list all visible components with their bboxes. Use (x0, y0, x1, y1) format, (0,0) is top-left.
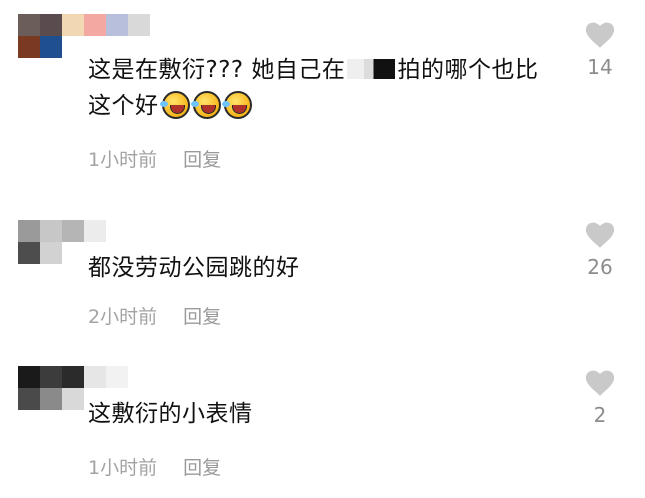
avatar-mosaic-tile (62, 14, 84, 36)
like-button[interactable]: 26 (578, 222, 622, 279)
reply-button[interactable]: 回复 (183, 302, 221, 329)
laughing-crying-emoji-icon (221, 91, 252, 119)
comment-text: 这是在敷衍??? 她自己在 拍的哪个也比这个好 (88, 52, 558, 124)
heart-icon (585, 22, 615, 48)
avatar-mosaic-tile (18, 242, 40, 264)
avatar-mosaic-tile (106, 366, 128, 388)
reply-button[interactable]: 回复 (183, 453, 221, 480)
laughing-crying-emoji-icon (190, 91, 221, 119)
avatar-mosaic-tile (40, 220, 62, 242)
avatar-mosaic-tile (40, 36, 62, 58)
comment-time: 1小时前 (88, 457, 158, 479)
avatar-mosaic-tile (18, 14, 40, 36)
comment-meta: 2小时前 回复 (88, 302, 221, 329)
comment-item: 都没劳动公园跳的好 2小时前 回复 26 (0, 210, 645, 350)
like-button[interactable]: 2 (578, 370, 622, 427)
laughing-crying-emoji-icon (159, 91, 190, 119)
comment-meta: 1小时前 回复 (88, 453, 221, 480)
comment-time: 2小时前 (88, 306, 158, 328)
like-count: 26 (587, 255, 613, 279)
avatar-mosaic-tile (18, 36, 40, 58)
avatar-mosaic-tile (128, 14, 150, 36)
like-count: 2 (593, 403, 607, 427)
comment-meta: 1小时前 回复 (88, 145, 221, 172)
redacted-text (347, 59, 396, 79)
comment-text: 这敷衍的小表情 (88, 401, 253, 427)
like-count: 14 (587, 55, 613, 79)
reply-button[interactable]: 回复 (183, 145, 221, 172)
comment-item: 这是在敷衍??? 她自己在 拍的哪个也比这个好 1小时前 回复 14 (0, 0, 645, 185)
avatar-mosaic-tile (18, 220, 40, 242)
avatar-mosaic-tile (18, 366, 40, 388)
avatar-mosaic-tile (84, 220, 106, 242)
avatar-mosaic-tile (106, 14, 128, 36)
avatar-mosaic-tile (40, 388, 62, 410)
heart-icon (585, 222, 615, 248)
comment-time: 1小时前 (88, 149, 158, 171)
avatar-mosaic-tile (62, 220, 84, 242)
comment-text-part: 这是在敷衍??? 她自己在 (88, 57, 346, 83)
comment-text: 都没劳动公园跳的好 (88, 255, 300, 281)
avatar-mosaic-tile (18, 388, 40, 410)
avatar-mosaic-tile (84, 366, 106, 388)
avatar-mosaic-tile (40, 14, 62, 36)
like-button[interactable]: 14 (578, 22, 622, 79)
avatar-mosaic-tile (62, 388, 84, 410)
comment-item: 这敷衍的小表情 1小时前 回复 2 (0, 358, 645, 498)
heart-icon (585, 370, 615, 396)
avatar-mosaic-tile (40, 366, 62, 388)
avatar-mosaic-tile (62, 242, 84, 264)
avatar-mosaic-tile (62, 36, 84, 58)
avatar-mosaic-tile (62, 366, 84, 388)
avatar-mosaic-tile (40, 242, 62, 264)
avatar-mosaic-tile (84, 14, 106, 36)
